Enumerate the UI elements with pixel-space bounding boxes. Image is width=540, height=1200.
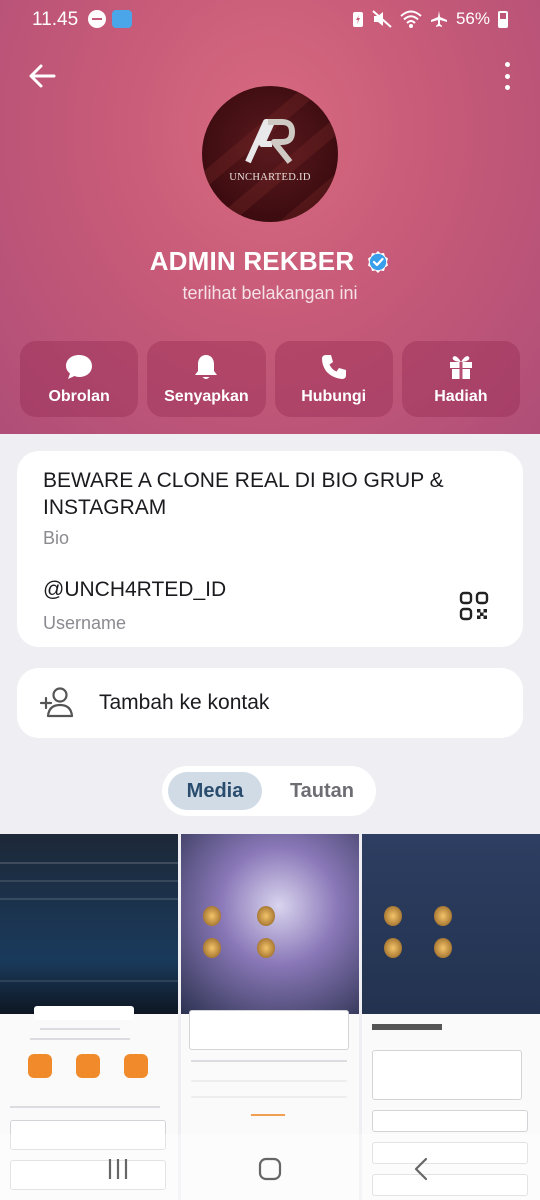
profile-name: ADMIN REKBER <box>149 246 355 276</box>
chevron-left-icon <box>414 1157 428 1181</box>
battery-saver-icon <box>352 12 363 27</box>
add-contact-label: Tambah ke kontak <box>99 691 270 714</box>
qr-code-icon <box>459 591 489 621</box>
media-tabs: Media Tautan <box>162 766 376 816</box>
phone-icon <box>321 355 346 379</box>
qr-code-button[interactable] <box>459 591 489 621</box>
system-nav-bar <box>0 1134 540 1200</box>
wifi-icon <box>400 10 422 28</box>
avatar-text: UNCHARTED.ID <box>229 172 311 183</box>
home-button[interactable] <box>250 1154 290 1184</box>
add-person-icon <box>39 687 74 718</box>
profile-header: 11.45 56% UNCHARTED.ID ADMIN REKBER terl… <box>0 0 540 434</box>
bell-icon <box>195 355 218 379</box>
tab-links[interactable]: Tautan <box>274 772 370 810</box>
mute-button-label: Senyapkan <box>164 388 249 405</box>
battery-icon <box>498 10 508 28</box>
username-text[interactable]: @UNCH4RTED_ID <box>43 578 226 602</box>
media-image <box>362 834 540 1014</box>
bio-label: Bio <box>43 528 70 548</box>
more-dot <box>504 73 510 79</box>
recents-icon <box>108 1159 128 1179</box>
more-options-button[interactable] <box>502 62 512 90</box>
home-icon <box>258 1157 282 1181</box>
status-time: 11.45 <box>32 9 79 30</box>
last-seen-status: terlihat belakangan ini <box>182 283 358 303</box>
logo-icon <box>202 116 338 171</box>
media-image <box>181 834 359 1014</box>
tab-media[interactable]: Media <box>168 772 262 810</box>
more-dot <box>504 85 510 90</box>
action-buttons: Obrolan Senyapkan Hubungi Hadiah <box>20 341 520 417</box>
call-button-label: Hubungi <box>301 388 367 405</box>
media-image <box>0 834 178 1014</box>
profile-screen: 11.45 56% UNCHARTED.ID ADMIN REKBER terl… <box>0 0 540 1200</box>
chat-button-label: Obrolan <box>48 388 110 405</box>
avatar[interactable]: UNCHARTED.ID <box>202 86 338 222</box>
verified-badge-icon <box>368 250 389 273</box>
status-bar: 11.45 56% <box>0 0 540 40</box>
gift-icon <box>449 356 472 379</box>
username-label: Username <box>43 613 127 633</box>
bio-text[interactable]: BEWARE A CLONE REAL DI BIO GRUP & INSTAG… <box>43 467 463 521</box>
call-button[interactable]: Hubungi <box>274 341 393 417</box>
dnd-icon <box>88 10 106 28</box>
arrow-left-icon <box>29 64 56 88</box>
gift-button-label: Hadiah <box>434 388 488 405</box>
app-notification-icon <box>112 10 132 28</box>
battery-percent: 56% <box>455 9 490 28</box>
add-contact-button[interactable]: Tambah ke kontak <box>17 668 523 738</box>
chat-button[interactable]: Obrolan <box>20 341 139 417</box>
info-card: BEWARE A CLONE REAL DI BIO GRUP & INSTAG… <box>17 451 523 647</box>
mute-button[interactable]: Senyapkan <box>147 341 266 417</box>
chat-bubble-icon <box>66 355 93 379</box>
gift-button[interactable]: Hadiah <box>401 341 520 417</box>
back-button[interactable] <box>26 60 58 92</box>
more-dot <box>504 62 510 67</box>
back-nav-button[interactable] <box>402 1154 442 1184</box>
mute-icon <box>372 10 392 28</box>
airplane-icon <box>430 11 447 27</box>
recent-apps-button[interactable] <box>98 1154 138 1184</box>
